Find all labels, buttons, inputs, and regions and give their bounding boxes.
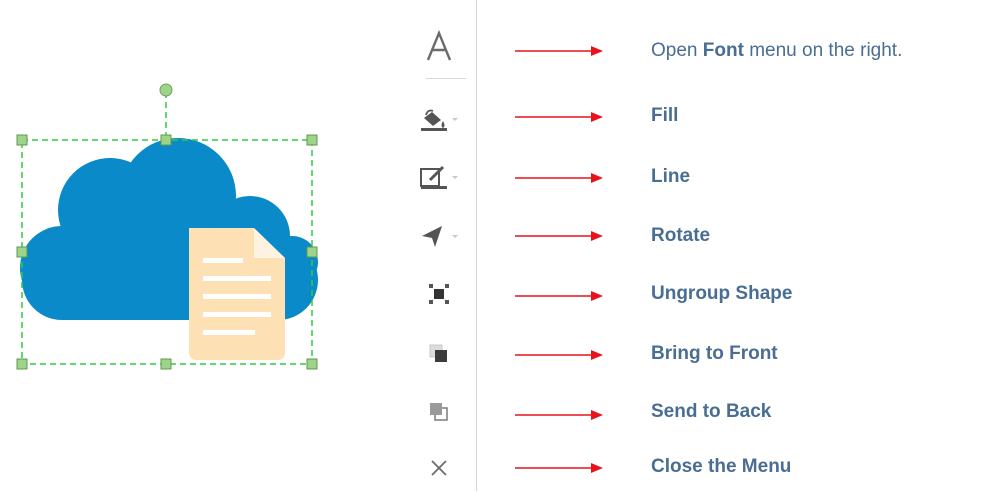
arrow-icon	[515, 291, 603, 301]
font-letter-a-icon	[426, 29, 452, 61]
line-button[interactable]	[402, 153, 476, 201]
document-icon	[189, 228, 285, 360]
ungroup-button[interactable]	[402, 270, 476, 318]
bring-to-front-label: Bring to Front	[651, 343, 778, 364]
canvas: Open Font menu on the right. Fill Line R…	[0, 0, 1001, 491]
close-menu-label: Close the Menu	[651, 456, 792, 477]
fill-label: Fill	[651, 105, 679, 126]
arrow-icon	[515, 463, 603, 473]
paint-bucket-icon	[421, 109, 458, 131]
send-to-back-icon	[430, 403, 448, 421]
font-description: Open Font menu on the right.	[651, 40, 902, 62]
rotate-arrow-icon	[422, 226, 458, 247]
selected-shape[interactable]	[0, 70, 340, 380]
ungroup-label: Ungroup Shape	[651, 283, 793, 304]
arrow-icon	[515, 410, 603, 420]
font-button[interactable]	[402, 22, 476, 70]
rotate-button[interactable]	[402, 212, 476, 260]
font-description-suffix: menu on the right.	[749, 40, 903, 61]
arrow-icon	[515, 231, 603, 241]
arrow-icon	[515, 112, 603, 122]
arrow-icon	[515, 350, 603, 360]
rotate-label: Rotate	[651, 225, 711, 246]
toolbar-divider	[426, 78, 466, 79]
font-description-bold: Font	[702, 40, 744, 61]
rotation-handle[interactable]	[159, 83, 173, 97]
send-to-back-label: Send to Back	[651, 401, 772, 422]
close-x-icon	[431, 460, 447, 476]
bring-to-front-button[interactable]	[402, 330, 476, 378]
bring-to-front-icon	[429, 344, 447, 362]
send-to-back-button[interactable]	[402, 388, 476, 436]
fill-button[interactable]	[402, 95, 476, 143]
font-description-prefix: Open	[651, 40, 698, 61]
close-menu-button[interactable]	[402, 444, 476, 492]
floating-toolbar	[402, 0, 477, 491]
line-pen-icon	[420, 165, 458, 189]
arrow-icon	[515, 173, 603, 183]
arrow-icon	[515, 46, 603, 56]
line-label: Line	[651, 166, 691, 187]
ungroup-shape-icon	[429, 284, 449, 304]
